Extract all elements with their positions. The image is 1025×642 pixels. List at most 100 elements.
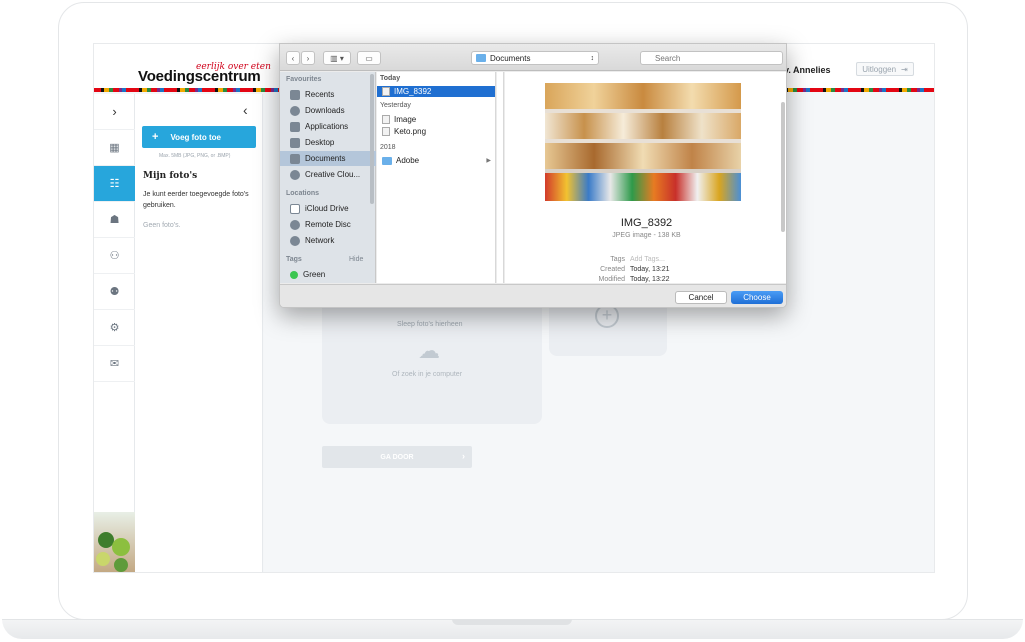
rail-bank[interactable]: ☗ [94,202,135,238]
dialog-footer: Cancel Choose [280,284,786,307]
new-folder-button[interactable]: ▭ [357,51,381,65]
add-photo-label: Voeg foto toe [170,132,221,142]
png-file-icon [382,127,390,136]
chevron-left-icon[interactable]: ‹ [243,102,248,118]
sidebar-item-documents[interactable]: Documents [280,151,376,166]
back-button[interactable]: ‹ [286,51,300,65]
globe-icon [290,235,300,246]
file-preview: IMG_8392 JPEG image - 138 KB Tags Add Ta… [505,72,786,283]
logout-label: Uitloggen [862,64,897,74]
rail-mail[interactable]: ✉ [94,346,135,382]
rail-dashboard[interactable]: ▦ [94,130,135,166]
add-photo-button[interactable]: + Voeg foto toe [142,126,256,148]
chevron-right-icon: ▶ [486,158,491,164]
folder-icon [382,156,392,165]
forward-button[interactable]: › [301,51,315,65]
desktop-icon [290,137,300,148]
sidebar-item-tag-green[interactable]: Green [280,267,376,282]
cancel-button[interactable]: Cancel [675,291,727,304]
file-name: Image [394,115,417,124]
logout-icon: ⇥ [901,64,908,74]
scan-icon: ☷ [109,178,120,190]
rail-settings[interactable]: ⚙ [94,310,135,346]
chevron-right-icon: › [306,53,310,63]
download-icon [290,105,300,116]
creative-cloud-icon [290,169,300,180]
created-meta-label: Created [600,266,625,273]
image-file-icon [382,87,390,96]
folder-row-adobe[interactable]: Adobe ▶ [377,155,495,166]
created-meta-value: Today, 13:21 [630,266,670,273]
modified-meta-label: Modified [598,276,625,283]
sidebar-item-label: Desktop [305,138,335,147]
sidebar-item-label: Documents [305,154,346,163]
green-tag-icon [290,270,298,279]
empty-column [497,72,504,283]
image-file-icon [382,115,390,124]
sidebar-item-icloud[interactable]: iCloud Drive [280,201,376,216]
clock-icon [290,89,300,100]
tags-meta-label: Tags [610,256,625,263]
user-name: v. Annelies [784,65,831,75]
sidebar-item-remote-disc[interactable]: Remote Disc [280,217,376,232]
rail-person[interactable]: ⚇ [94,238,135,274]
no-photos-text: Geen foto's. [143,222,181,229]
add-tags-field[interactable]: Add Tags... [630,256,665,263]
dialog-sidebar: Favourites Recents Downloads Application… [280,72,376,283]
file-column: Today IMG_8392 Yesterday Image Keto.png … [377,72,496,283]
folder-icon [476,54,486,62]
preview-scrollbar[interactable] [781,102,785,232]
rail-group[interactable]: ⚉ [94,274,135,310]
file-row-img-8392[interactable]: IMG_8392 [377,86,495,97]
preview-file-kind: JPEG image - 138 KB [612,232,681,239]
file-name: IMG_8392 [394,87,432,96]
logout-button[interactable]: Uitloggen ⇥ [856,62,914,76]
sidebar-item-desktop[interactable]: Desktop [280,135,376,150]
sidebar-item-label: Network [305,236,335,245]
chevron-right-icon: › [112,104,117,119]
gear-icon: ⚙ [109,322,120,334]
search-input[interactable] [640,51,783,65]
logo[interactable]: Voedingscentrum [138,68,261,85]
year-header: 2018 [380,144,396,151]
sidebar-item-applications[interactable]: Applications [280,119,376,134]
chevron-left-icon: ‹ [291,53,295,63]
today-header: Today [380,75,401,82]
favourites-title: Favourites [286,76,322,83]
sidebar-item-label: Creative Clou... [305,170,361,179]
laptop-notch [452,619,572,625]
my-photos-title: Mijn foto's [143,171,198,181]
sidebar-item-recents[interactable]: Recents [280,87,376,102]
add-photo-hint: Max. 5MB (JPG, PNG, or .BMP) [159,153,231,159]
sidebar-item-downloads[interactable]: Downloads [280,103,376,118]
cancel-label: Cancel [688,293,714,302]
sidebar-scrollbar[interactable] [370,74,374,204]
rail-toggle[interactable]: › [94,94,135,130]
updown-chevron-icon: ↕ [590,54,595,62]
new-folder-icon: ▭ [365,53,373,63]
folder-name: Adobe [396,156,420,165]
choose-button[interactable]: Choose [731,291,783,304]
location-label: Documents [490,53,531,63]
file-row-image[interactable]: Image [377,114,495,125]
sidebar-item-label: Applications [305,122,349,131]
file-row-keto[interactable]: Keto.png [377,126,495,137]
sidebar-item-label: Recents [305,90,335,99]
tags-hide-link[interactable]: Hide [349,256,363,263]
rail-scan[interactable]: ☷ [94,166,135,202]
sidebar-item-creative-cloud[interactable]: Creative Clou... [280,167,376,182]
mail-icon: ✉ [109,358,120,370]
plus-icon: + [152,131,159,143]
file-open-dialog: ‹ › ▥ ▾ ▭ Documents ↕ ⌕ Favourites Recen… [279,43,787,308]
sidebar-item-label: iCloud Drive [305,204,349,213]
location-select[interactable]: Documents ↕ [471,51,599,65]
sidebar-item-label: Downloads [305,106,345,115]
tags-title: Tags [286,256,302,263]
sidebar-item-network[interactable]: Network [280,233,376,248]
modified-meta-value: Today, 13:22 [630,276,670,283]
yesterday-header: Yesterday [380,102,411,109]
my-photos-description: Je kunt eerder toegevoegde foto's gebrui… [143,191,249,209]
documents-icon [290,153,300,164]
view-mode-button[interactable]: ▥ ▾ [323,51,351,65]
preview-image [545,83,741,201]
